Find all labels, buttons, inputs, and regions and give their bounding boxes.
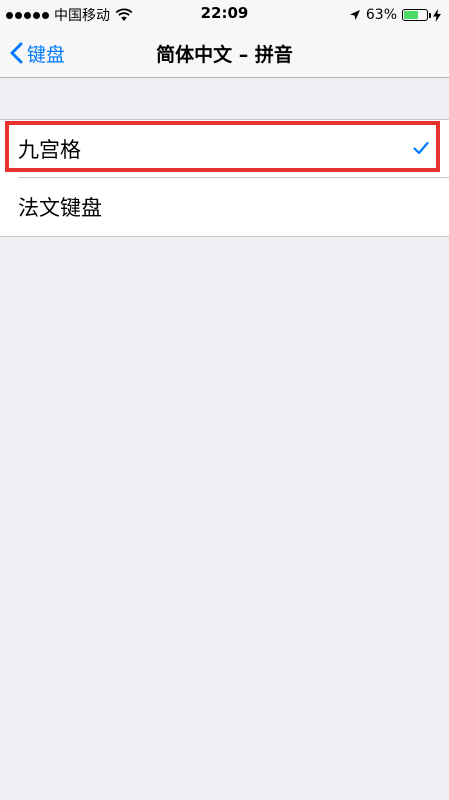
charging-bolt-icon (433, 8, 441, 22)
list-item-label: 法文键盘 (18, 196, 102, 220)
checkmark-icon (413, 141, 429, 155)
battery-percent: 63% (365, 7, 397, 23)
page-title: 简体中文 – 拼音 (156, 44, 293, 66)
status-bar: 中国移动 22:09 63% (0, 0, 449, 30)
status-bar-right: 63% (349, 5, 441, 25)
battery-icon (402, 9, 431, 21)
navigation-bar: 键盘 简体中文 – 拼音 (0, 30, 449, 78)
list-item-label: 九宫格 (18, 138, 81, 162)
location-arrow-icon (349, 10, 360, 20)
list-item-french-keyboard[interactable]: 法文键盘 (0, 178, 449, 236)
list-item-nine-grid[interactable]: 九宫格 (0, 120, 449, 178)
keyboard-layout-list: 九宫格 法文键盘 (0, 119, 449, 237)
